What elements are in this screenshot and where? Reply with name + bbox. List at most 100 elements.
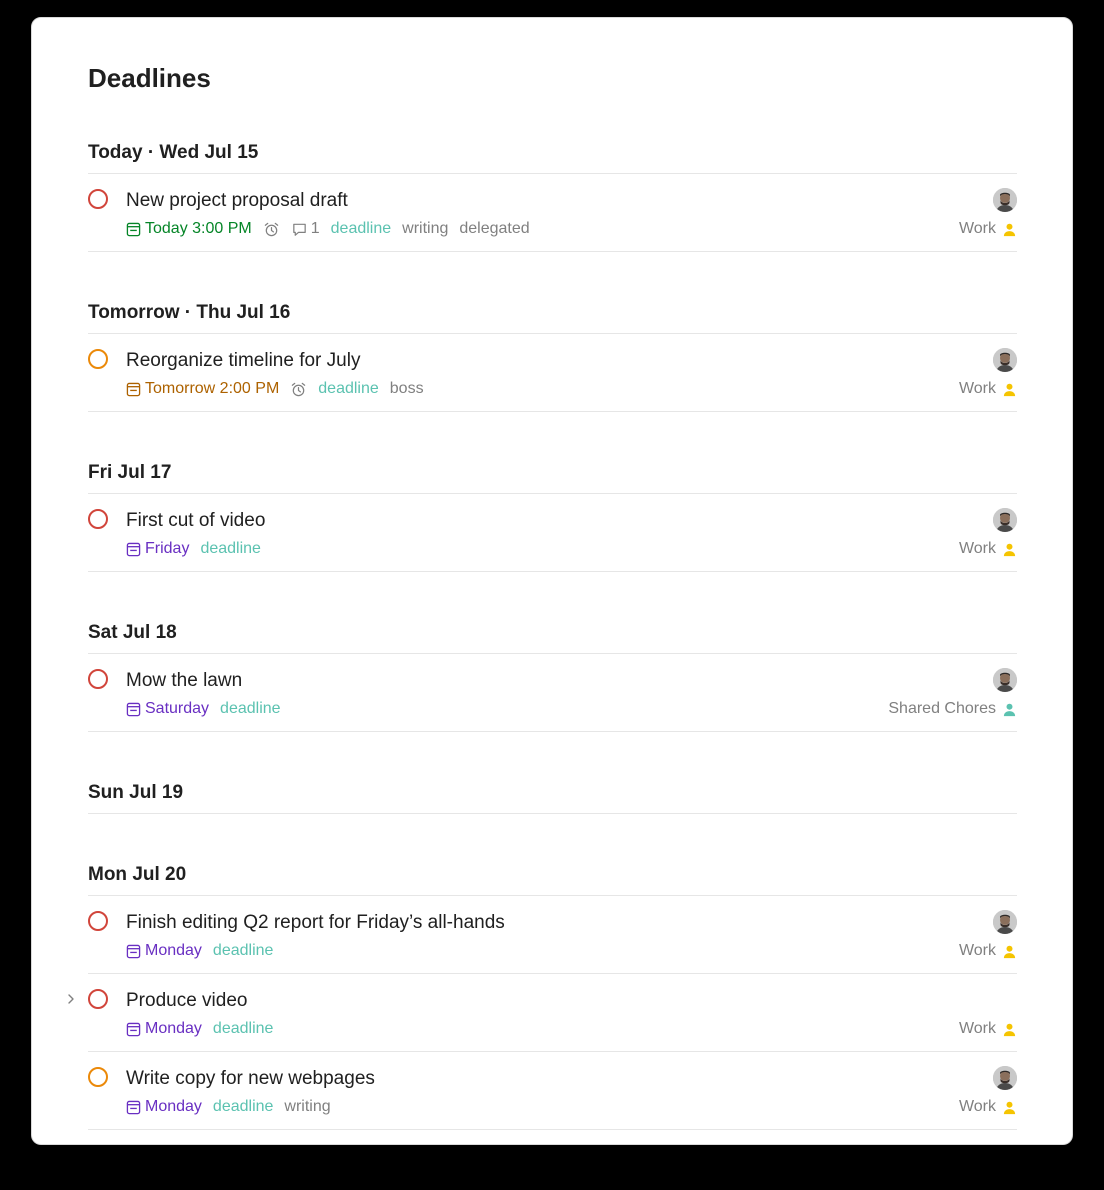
due-date[interactable]: Tomorrow 2:00 PM	[126, 380, 279, 398]
label-writing[interactable]: writing	[284, 1098, 330, 1116]
avatar[interactable]	[993, 1066, 1017, 1090]
due-date-label: Friday	[145, 540, 190, 557]
label-boss[interactable]: boss	[390, 380, 424, 398]
due-date-label: Monday	[145, 942, 202, 959]
section-5: Mon Jul 20 Finish editing Q2 report for F…	[68, 856, 1017, 1130]
task-title: Mow the lawn	[126, 670, 243, 691]
comment-count-label: 1	[310, 220, 320, 237]
task-meta: Monday deadline	[126, 942, 284, 960]
complete-checkbox[interactable]	[88, 911, 108, 931]
task-meta: Tomorrow 2:00 PM deadline boss	[126, 380, 435, 398]
comment-icon	[291, 221, 308, 238]
project-link[interactable]: Work	[959, 380, 1017, 398]
calendar-icon	[126, 1100, 141, 1115]
task-row[interactable]: Reorganize timeline for July Tomorrow 2:0…	[88, 334, 1017, 412]
section-header: Sun Jul 19	[88, 774, 1017, 814]
alarm-clock-icon	[290, 381, 307, 398]
label-deadline[interactable]: deadline	[213, 942, 274, 960]
calendar-icon	[126, 222, 141, 237]
calendar-icon	[126, 1022, 141, 1037]
project-link[interactable]: Work	[959, 220, 1017, 238]
due-date-label: Monday	[145, 1020, 202, 1037]
task-title: Reorganize timeline for July	[126, 350, 361, 371]
task-meta: Saturday deadline	[126, 700, 292, 718]
task-row[interactable]: Produce video Monday deadline Work	[68, 974, 1017, 1052]
section-0: Today · Wed Jul 15 New project proposal d…	[88, 134, 1017, 252]
complete-checkbox[interactable]	[88, 509, 108, 529]
due-date[interactable]: Monday	[126, 1098, 202, 1116]
section-header: Sat Jul 18	[88, 614, 1017, 654]
project-link[interactable]: Shared Chores	[888, 700, 1017, 718]
section-header: Tomorrow · Thu Jul 16	[88, 294, 1017, 334]
project-name: Work	[958, 1020, 996, 1037]
due-date[interactable]: Today 3:00 PM	[126, 220, 252, 238]
person-icon	[1002, 1022, 1017, 1037]
label-deadline[interactable]: deadline	[200, 540, 261, 558]
avatar[interactable]	[993, 508, 1017, 532]
section-header: Fri Jul 17	[88, 454, 1017, 494]
project-name: Work	[958, 540, 996, 557]
complete-checkbox[interactable]	[88, 349, 108, 369]
task-title: New project proposal draft	[126, 190, 348, 211]
person-icon	[1002, 222, 1017, 237]
complete-checkbox[interactable]	[88, 669, 108, 689]
project-link[interactable]: Work	[959, 1098, 1017, 1116]
project-name: Work	[958, 942, 996, 959]
task-row[interactable]: Finish editing Q2 report for Friday’s al…	[88, 896, 1017, 974]
due-date-label: Tomorrow 2:00 PM	[145, 380, 280, 397]
task-row[interactable]: New project proposal draft Today 3:00 PM 1…	[88, 174, 1017, 252]
alarm-clock-icon	[263, 221, 280, 238]
section-4: Sun Jul 19	[88, 774, 1017, 814]
person-icon	[1002, 1100, 1017, 1115]
section-3: Sat Jul 18 Mow the lawn Saturday deadline Sh…	[88, 614, 1017, 732]
task-title: Produce video	[126, 990, 248, 1011]
project-link[interactable]: Work	[959, 942, 1017, 960]
label-deadline[interactable]: deadline	[331, 220, 392, 238]
label-deadline[interactable]: deadline	[213, 1020, 274, 1038]
due-date-label: Saturday	[145, 700, 210, 717]
calendar-icon	[126, 944, 141, 959]
due-date-label: Monday	[145, 1098, 202, 1115]
complete-checkbox[interactable]	[88, 1067, 108, 1087]
section-2: Fri Jul 17 First cut of video Friday deadli…	[88, 454, 1017, 572]
complete-checkbox[interactable]	[88, 989, 108, 1009]
due-date[interactable]: Monday	[126, 1020, 202, 1038]
due-date[interactable]: Monday	[126, 942, 202, 960]
project-name: Shared Chores	[888, 700, 996, 717]
label-deadline[interactable]: deadline	[220, 700, 281, 718]
project-link[interactable]: Work	[959, 540, 1017, 558]
task-title: Write copy for new webpages	[126, 1068, 375, 1089]
person-icon	[1002, 382, 1017, 397]
due-date[interactable]: Friday	[126, 540, 189, 558]
task-title: First cut of video	[126, 510, 266, 531]
task-meta: Monday deadline writing	[126, 1098, 342, 1116]
label-deadline[interactable]: deadline	[213, 1098, 274, 1116]
project-link[interactable]: Work	[959, 1020, 1017, 1038]
calendar-icon	[126, 702, 141, 717]
label-delegated[interactable]: delegated	[459, 220, 529, 238]
person-icon	[1002, 944, 1017, 959]
task-row[interactable]: First cut of video Friday deadline Work	[88, 494, 1017, 572]
avatar[interactable]	[993, 348, 1017, 372]
project-name: Work	[958, 380, 996, 397]
label-writing[interactable]: writing	[402, 220, 448, 238]
task-row[interactable]: Write copy for new webpages Monday deadlin…	[88, 1052, 1017, 1130]
section-1: Tomorrow · Thu Jul 16 Reorganize timeline…	[88, 294, 1017, 412]
task-meta: Friday deadline	[126, 540, 272, 558]
calendar-icon	[126, 542, 141, 557]
avatar[interactable]	[993, 910, 1017, 934]
task-row[interactable]: Mow the lawn Saturday deadline Shared Chore…	[88, 654, 1017, 732]
project-name: Work	[958, 1098, 996, 1115]
label-deadline[interactable]: deadline	[318, 380, 379, 398]
comments-count[interactable]: 1	[291, 220, 320, 238]
app-window: Deadlines Today · Wed Jul 15 New project …	[31, 17, 1073, 1145]
due-date[interactable]: Saturday	[126, 700, 209, 718]
complete-checkbox[interactable]	[88, 189, 108, 209]
avatar[interactable]	[993, 188, 1017, 212]
chevron-right-icon[interactable]	[64, 992, 78, 1006]
task-meta: Monday deadline	[126, 1020, 284, 1038]
task-title: Finish editing Q2 report for Friday’s al…	[126, 912, 505, 933]
avatar[interactable]	[993, 668, 1017, 692]
page-title: Deadlines	[88, 63, 211, 93]
section-header: Mon Jul 20	[88, 856, 1017, 896]
